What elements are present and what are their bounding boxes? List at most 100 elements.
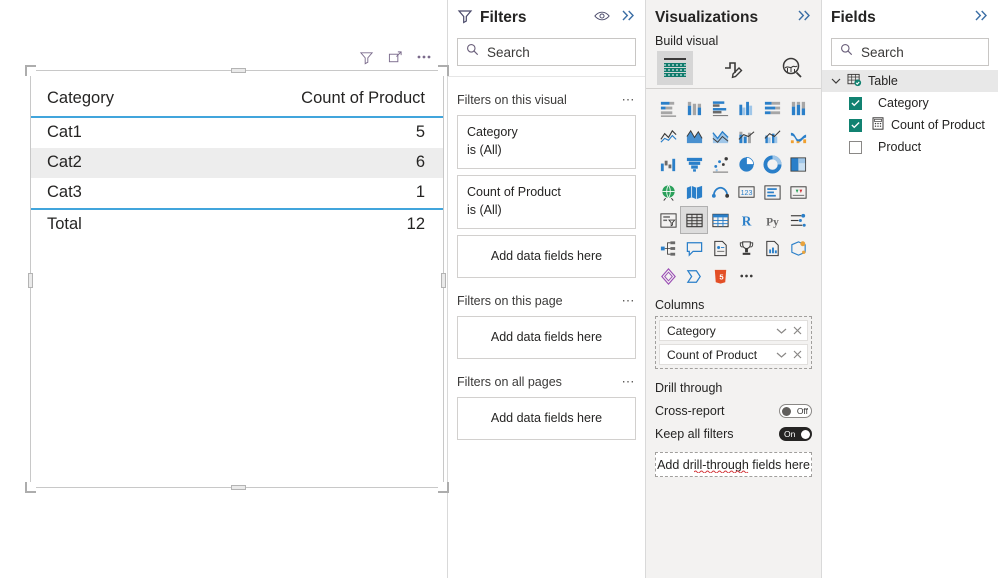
filter-icon[interactable] bbox=[357, 48, 375, 66]
filter-card-count-of-product[interactable]: Count of Product is (All) bbox=[457, 174, 636, 229]
fields-table-node[interactable]: Table bbox=[822, 70, 998, 92]
filled-map-icon[interactable] bbox=[681, 179, 707, 205]
resize-handle-ne[interactable] bbox=[438, 65, 449, 76]
collapse-pane-icon[interactable] bbox=[797, 9, 812, 27]
keep-all-filters-toggle[interactable]: On bbox=[779, 427, 812, 441]
field-item-category[interactable]: Category bbox=[831, 92, 989, 114]
report-canvas[interactable]: Category Count of Product Cat1 5 Cat2 6 … bbox=[0, 0, 449, 578]
100-stacked-bar-chart-icon[interactable] bbox=[760, 95, 786, 121]
filter-card-category[interactable]: Category is (All) bbox=[457, 115, 636, 169]
well-field-count-of-product[interactable]: Count of Product bbox=[659, 344, 808, 365]
column-header-count-of-product[interactable]: Count of Product bbox=[183, 79, 443, 117]
field-checkbox[interactable] bbox=[849, 96, 862, 110]
analytics-tab[interactable] bbox=[774, 51, 810, 85]
stacked-bar-chart-icon[interactable] bbox=[655, 95, 681, 121]
pie-chart-icon[interactable] bbox=[733, 151, 759, 177]
table-row[interactable]: Cat1 5 bbox=[31, 117, 443, 148]
power-automate-icon[interactable] bbox=[681, 263, 707, 289]
filters-search-box[interactable]: Search bbox=[457, 38, 636, 66]
resize-handle-sw[interactable] bbox=[25, 482, 36, 493]
table-visual-grid[interactable]: Category Count of Product Cat1 5 Cat2 6 … bbox=[31, 79, 443, 240]
filters-page-dropzone[interactable]: Add data fields here bbox=[457, 315, 636, 359]
section-more-options-icon[interactable]: ⋯ bbox=[622, 374, 637, 390]
card-icon[interactable]: 123 bbox=[733, 179, 759, 205]
cell-count[interactable]: 1 bbox=[183, 178, 443, 209]
stacked-area-chart-icon[interactable] bbox=[707, 123, 733, 149]
chevron-down-icon[interactable] bbox=[831, 74, 841, 88]
map-icon[interactable] bbox=[655, 179, 681, 205]
remove-field-icon[interactable] bbox=[793, 324, 802, 338]
python-visual-icon[interactable]: Py bbox=[760, 207, 786, 233]
chevron-down-icon[interactable] bbox=[776, 324, 787, 338]
area-chart-icon[interactable] bbox=[681, 123, 707, 149]
cell-count[interactable]: 5 bbox=[183, 117, 443, 148]
html-visual-icon[interactable]: 5 bbox=[707, 263, 733, 289]
cell-count[interactable]: 6 bbox=[183, 148, 443, 178]
filters-visual-dropzone[interactable]: Add data fields here bbox=[457, 234, 636, 278]
key-influencers-icon[interactable] bbox=[786, 207, 812, 233]
azure-map-icon[interactable] bbox=[707, 179, 733, 205]
cell-category[interactable]: Cat1 bbox=[31, 117, 183, 148]
treemap-icon[interactable] bbox=[786, 151, 812, 177]
filters-all-pages-dropzone[interactable]: Add data fields here bbox=[457, 396, 636, 440]
line-chart-icon[interactable] bbox=[655, 123, 681, 149]
table-icon[interactable] bbox=[680, 206, 709, 234]
section-more-options-icon[interactable]: ⋯ bbox=[622, 92, 637, 108]
paginated-report-icon[interactable] bbox=[760, 235, 786, 261]
r-script-visual-icon[interactable]: R bbox=[733, 207, 759, 233]
ribbon-chart-icon[interactable] bbox=[786, 123, 812, 149]
field-item-count-of-product[interactable]: Count of Product bbox=[831, 114, 989, 136]
arcgis-maps-icon[interactable] bbox=[655, 263, 681, 289]
100-stacked-column-chart-icon[interactable] bbox=[786, 95, 812, 121]
field-checkbox[interactable] bbox=[849, 140, 862, 154]
resize-handle-n[interactable] bbox=[231, 68, 246, 73]
section-more-options-icon[interactable]: ⋯ bbox=[622, 293, 637, 309]
resize-handle-w[interactable] bbox=[28, 273, 33, 288]
scatter-chart-icon[interactable] bbox=[707, 151, 733, 177]
well-field-category[interactable]: Category bbox=[659, 320, 808, 341]
chevron-down-icon[interactable] bbox=[776, 348, 787, 362]
multi-row-card-icon[interactable] bbox=[760, 179, 786, 205]
remove-field-icon[interactable] bbox=[793, 348, 802, 362]
funnel-chart-icon[interactable] bbox=[681, 151, 707, 177]
resize-handle-se[interactable] bbox=[438, 482, 449, 493]
resize-handle-e[interactable] bbox=[441, 273, 446, 288]
table-row[interactable]: Cat3 1 bbox=[31, 178, 443, 209]
eye-icon[interactable] bbox=[594, 9, 610, 27]
waterfall-chart-icon[interactable] bbox=[655, 151, 681, 177]
more-visuals-icon[interactable] bbox=[733, 263, 759, 289]
power-apps-icon[interactable] bbox=[786, 235, 812, 261]
matrix-icon[interactable] bbox=[707, 207, 733, 233]
columns-well[interactable]: Category Count of Product bbox=[655, 316, 812, 369]
table-visual[interactable]: Category Count of Product Cat1 5 Cat2 6 … bbox=[25, 65, 449, 493]
clustered-column-chart-icon[interactable] bbox=[733, 95, 759, 121]
field-item-product[interactable]: Product bbox=[831, 136, 989, 158]
more-options-icon[interactable] bbox=[415, 48, 433, 66]
format-visual-tab[interactable] bbox=[715, 51, 751, 85]
clustered-bar-chart-icon[interactable] bbox=[707, 95, 733, 121]
cross-report-toggle[interactable]: Off bbox=[779, 404, 812, 418]
table-row[interactable]: Cat2 6 bbox=[31, 148, 443, 178]
metrics-icon[interactable] bbox=[733, 235, 759, 261]
resize-handle-nw[interactable] bbox=[25, 65, 36, 76]
cell-category[interactable]: Cat2 bbox=[31, 148, 183, 178]
line-clustered-column-chart-icon[interactable] bbox=[760, 123, 786, 149]
focus-mode-icon[interactable] bbox=[386, 48, 404, 66]
smart-narrative-icon[interactable] bbox=[707, 235, 733, 261]
build-visual-tab[interactable] bbox=[657, 51, 694, 85]
resize-handle-s[interactable] bbox=[231, 485, 246, 490]
field-checkbox[interactable] bbox=[849, 118, 862, 132]
cell-category[interactable]: Cat3 bbox=[31, 178, 183, 209]
kpi-icon[interactable] bbox=[786, 179, 812, 205]
slicer-icon[interactable] bbox=[655, 207, 681, 233]
donut-chart-icon[interactable] bbox=[760, 151, 786, 177]
collapse-pane-icon[interactable] bbox=[621, 9, 636, 27]
collapse-pane-icon[interactable] bbox=[974, 9, 989, 27]
column-header-category[interactable]: Category bbox=[31, 79, 183, 117]
drill-through-dropzone[interactable]: Add drill-through fields here bbox=[655, 452, 812, 477]
qna-visual-icon[interactable] bbox=[681, 235, 707, 261]
line-stacked-column-chart-icon[interactable] bbox=[733, 123, 759, 149]
stacked-column-chart-icon[interactable] bbox=[681, 95, 707, 121]
decomposition-tree-icon[interactable] bbox=[655, 235, 681, 261]
fields-search-box[interactable]: Search bbox=[831, 38, 989, 66]
